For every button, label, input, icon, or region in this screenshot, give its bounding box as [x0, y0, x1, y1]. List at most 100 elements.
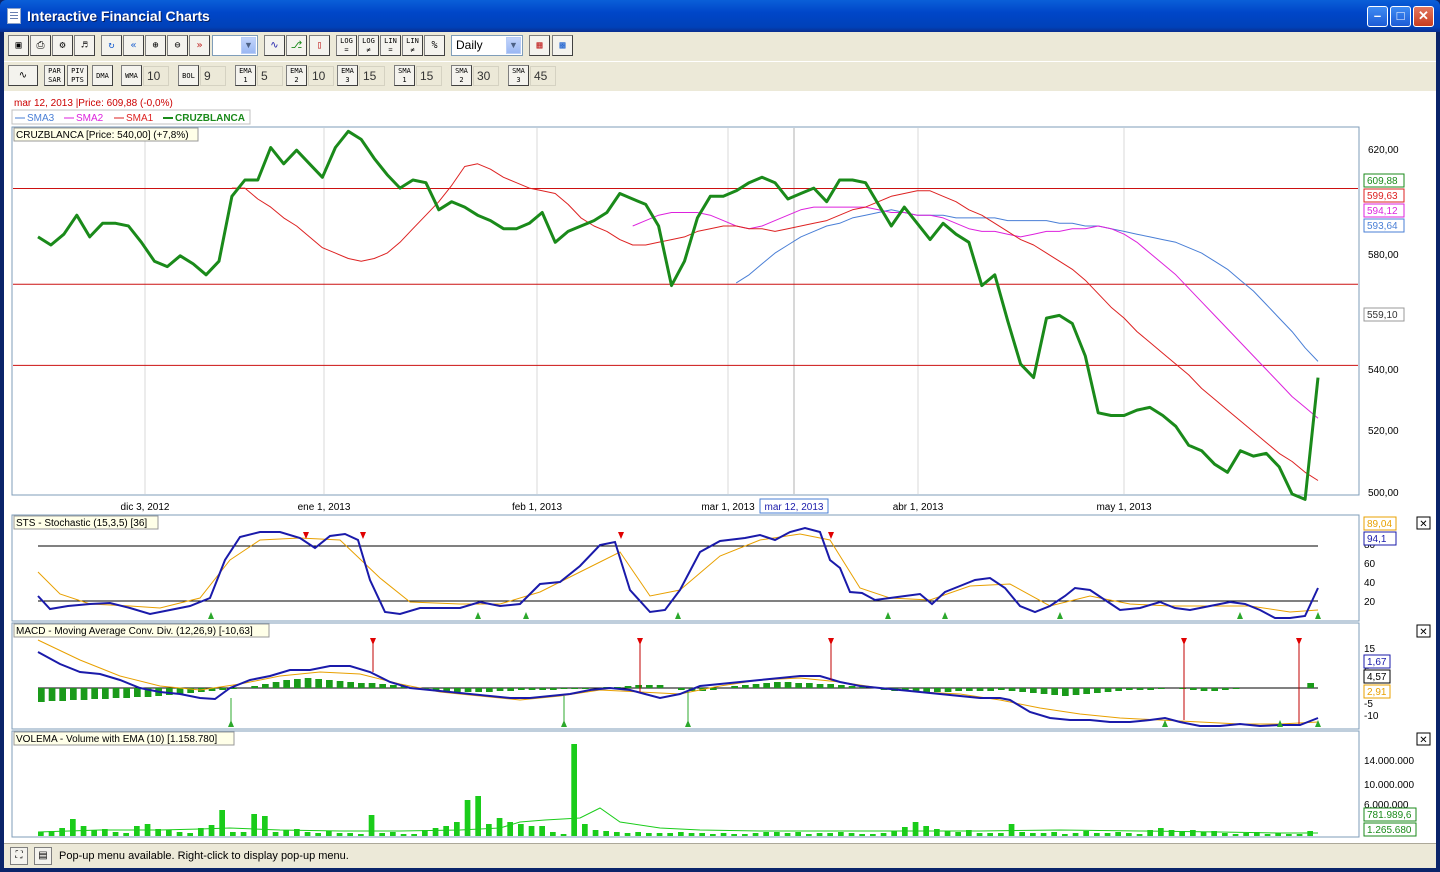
volume-bar — [187, 833, 193, 836]
wma-button[interactable]: WMA — [121, 65, 142, 86]
fullscreen-button[interactable]: ⛶ — [10, 847, 28, 865]
ema3-button[interactable]: EMA 3 — [337, 65, 358, 86]
new-chart-button[interactable]: ▣ — [8, 35, 29, 56]
ema3-period[interactable]: 15 — [359, 66, 385, 86]
sma2-button[interactable]: SMA 2 — [451, 65, 472, 86]
sma3-button[interactable]: SMA 3 — [508, 65, 529, 86]
volume-bar — [1286, 834, 1292, 836]
log-equal-button[interactable]: LOG = — [336, 35, 357, 56]
volume-bar — [998, 833, 1004, 836]
volume-bar — [390, 832, 396, 836]
macd-histogram-bar — [486, 688, 493, 692]
volume-bar — [475, 796, 481, 836]
volume-bar — [326, 831, 332, 836]
macd-histogram-bar — [262, 684, 269, 688]
volume-bar — [176, 832, 183, 836]
macd-histogram-bar — [59, 688, 66, 701]
macd-close-button[interactable]: ✕ — [1416, 624, 1431, 638]
sma2-period[interactable]: 30 — [473, 66, 499, 86]
dma-button[interactable]: DMA — [92, 65, 113, 86]
volume-close-button[interactable]: ✕ — [1416, 732, 1431, 746]
volume-bar — [646, 833, 652, 836]
lin-equal-button[interactable]: LIN = — [380, 35, 401, 56]
volume-y-axis: 14.000.000 10.000.000 6.000.000 781.989,… — [1363, 756, 1417, 837]
refresh-button[interactable]: ↻ — [101, 35, 122, 56]
volume-bar — [838, 832, 844, 836]
volume-bar — [528, 826, 535, 836]
volume-bar — [91, 830, 97, 836]
line-chart-button[interactable]: ∿ — [264, 35, 285, 56]
volume-bar — [1126, 833, 1132, 836]
bol-button[interactable]: BOL — [178, 65, 199, 86]
close-button[interactable]: ✕ — [1413, 6, 1434, 27]
y-tick-label: 580,00 — [1368, 250, 1399, 261]
window-titlebar[interactable]: Interactive Financial Charts – □ ✕ — [0, 0, 1440, 32]
log-not-equal-button[interactable]: LOG ≠ — [358, 35, 379, 56]
volume-bar — [1232, 834, 1239, 836]
volume-bar — [379, 833, 385, 836]
volume-bar — [774, 832, 780, 836]
volume-value-box: 1.265.680 — [1367, 825, 1412, 836]
macd-histogram-bar — [656, 685, 664, 688]
period-select[interactable]: Daily ▼ — [451, 35, 523, 56]
par-sar-button[interactable]: PAR SAR — [44, 65, 65, 86]
printer-icon: ⎙ — [36, 40, 45, 51]
cursor-date-box: mar 12, 2013 — [765, 502, 824, 513]
settings-button[interactable]: ⚙ — [52, 35, 73, 56]
lin-not-equal-button[interactable]: LIN ≠ — [402, 35, 423, 56]
legend-cruzblanca: CRUZBLANCA — [175, 113, 245, 124]
bar-chart-button[interactable]: ⎇ — [286, 35, 307, 56]
volume-bar — [1190, 830, 1196, 836]
zoom-out-button[interactable]: ⊖ — [167, 35, 188, 56]
candle-chart-button[interactable]: ▯ — [309, 35, 330, 56]
scroll-back-button[interactable]: « — [123, 35, 144, 56]
y-tick-label: 520,00 — [1368, 426, 1399, 437]
volume-bar — [592, 830, 599, 836]
scroll-forward-button[interactable]: » — [189, 35, 210, 56]
zoom-out-icon: ⊖ — [174, 40, 181, 51]
volume-bar — [1094, 833, 1100, 836]
x-tick-label: mar 1, 2013 — [701, 502, 755, 513]
ema2-button[interactable]: EMA 2 — [286, 65, 307, 86]
volume-bar — [304, 832, 311, 836]
volume-plot-frame — [11, 730, 1360, 838]
chart-area[interactable]: mar 12, 2013 |Price: 609,88 (-0,0%) SMA3… — [4, 91, 1436, 843]
ema1-period[interactable]: 5 — [257, 66, 283, 86]
volume-bar — [251, 814, 257, 836]
volume-bar — [134, 826, 140, 836]
macd-histogram-bar — [550, 688, 557, 690]
print-button[interactable]: ⎙ — [30, 35, 51, 56]
zoom-in-button[interactable]: ⊕ — [145, 35, 166, 56]
sma1-button[interactable]: SMA 1 — [394, 65, 415, 86]
blank-select[interactable]: ▼ — [212, 35, 258, 56]
sound-button[interactable]: ♬ — [74, 35, 95, 56]
macd-value-box: 1,67 — [1367, 657, 1387, 668]
volume-bar — [582, 824, 588, 836]
bol-period[interactable]: 9 — [200, 66, 226, 86]
y-value-box: 599,63 — [1367, 191, 1398, 202]
macd-histogram-bar — [368, 683, 376, 688]
minimize-button[interactable]: – — [1367, 6, 1388, 27]
sma3-period[interactable]: 45 — [530, 66, 556, 86]
ohlc-bar-icon: ⎇ — [290, 40, 303, 51]
x-tick-label: abr 1, 2013 — [893, 502, 944, 513]
document-button[interactable]: ▤ — [34, 847, 52, 865]
macd-histogram-bar — [784, 682, 792, 688]
color-scheme-button[interactable]: ▩ — [552, 35, 573, 56]
volume-bar — [1040, 833, 1047, 836]
chart-options-button[interactable]: ▦ — [529, 35, 550, 56]
volume-bar — [635, 832, 641, 836]
percent-button[interactable]: % — [424, 35, 445, 56]
stochastic-title: STS - Stochastic (15,3,5) [36] — [16, 518, 147, 529]
ema2-period[interactable]: 10 — [308, 66, 334, 86]
chart-canvas[interactable]: mar 12, 2013 |Price: 609,88 (-0,0%) SMA3… — [4, 91, 1436, 843]
ema1-button[interactable]: EMA 1 — [235, 65, 256, 86]
pivot-points-button[interactable]: PIV PTS — [67, 65, 88, 86]
wma-period[interactable]: 10 — [143, 66, 169, 86]
maximize-button[interactable]: □ — [1390, 6, 1411, 27]
line-chart-icon: ∿ — [270, 40, 279, 51]
stochastic-close-button[interactable]: ✕ — [1416, 516, 1431, 530]
drawing-tools-button[interactable]: ∿ — [8, 65, 38, 86]
sma1-period[interactable]: 15 — [416, 66, 442, 86]
volume-bar — [699, 833, 705, 836]
